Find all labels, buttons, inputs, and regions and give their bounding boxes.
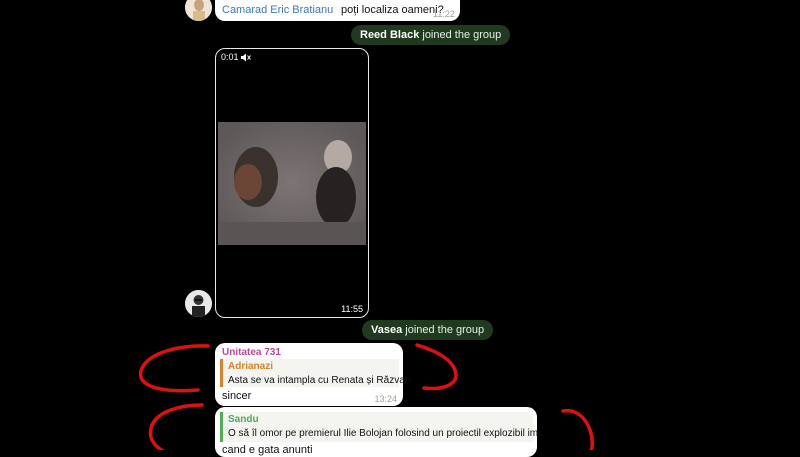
- red-annotation-marks: [138, 343, 595, 450]
